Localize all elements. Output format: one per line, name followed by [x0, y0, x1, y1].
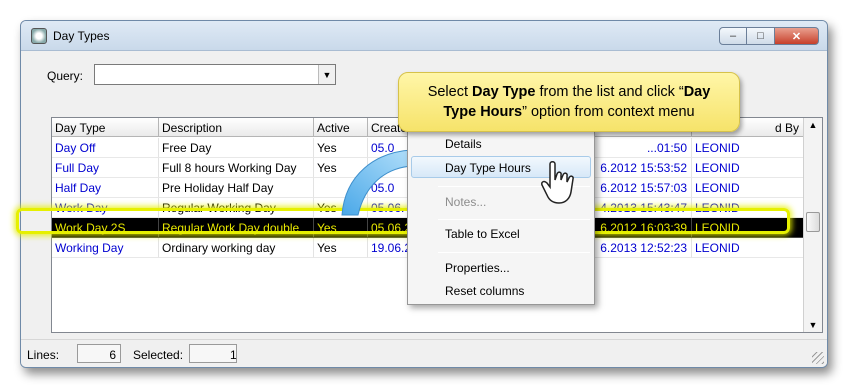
- menu-separator: [438, 252, 590, 253]
- menu-item-notes[interactable]: Notes...: [445, 195, 486, 209]
- context-menu: Details Day Type Hours Notes... Table to…: [407, 130, 595, 305]
- callout-line-2: Type Hours” option from context menu: [399, 102, 739, 122]
- callout-text: from the list and click “: [535, 84, 684, 100]
- callout-line-1: Select Day Type from the list and click …: [399, 82, 739, 102]
- callout-bold: Day: [683, 84, 711, 100]
- callout-bold: Type Hours: [443, 104, 523, 120]
- menu-item-table-to-excel[interactable]: Table to Excel: [445, 227, 520, 241]
- menu-item-day-type-hours[interactable]: Day Type Hours: [445, 161, 531, 175]
- menu-separator: [438, 219, 590, 220]
- callout-text: Select: [427, 84, 473, 100]
- instruction-callout: Select Day Type from the list and click …: [398, 72, 740, 132]
- callout-bold: Day Type: [472, 84, 536, 100]
- menu-item-details[interactable]: Details: [445, 137, 482, 151]
- hand-cursor-icon: [541, 161, 574, 204]
- menu-item-reset-columns[interactable]: Reset columns: [445, 284, 524, 298]
- callout-text: ” option from context menu: [522, 104, 695, 120]
- menu-item-properties[interactable]: Properties...: [445, 261, 510, 275]
